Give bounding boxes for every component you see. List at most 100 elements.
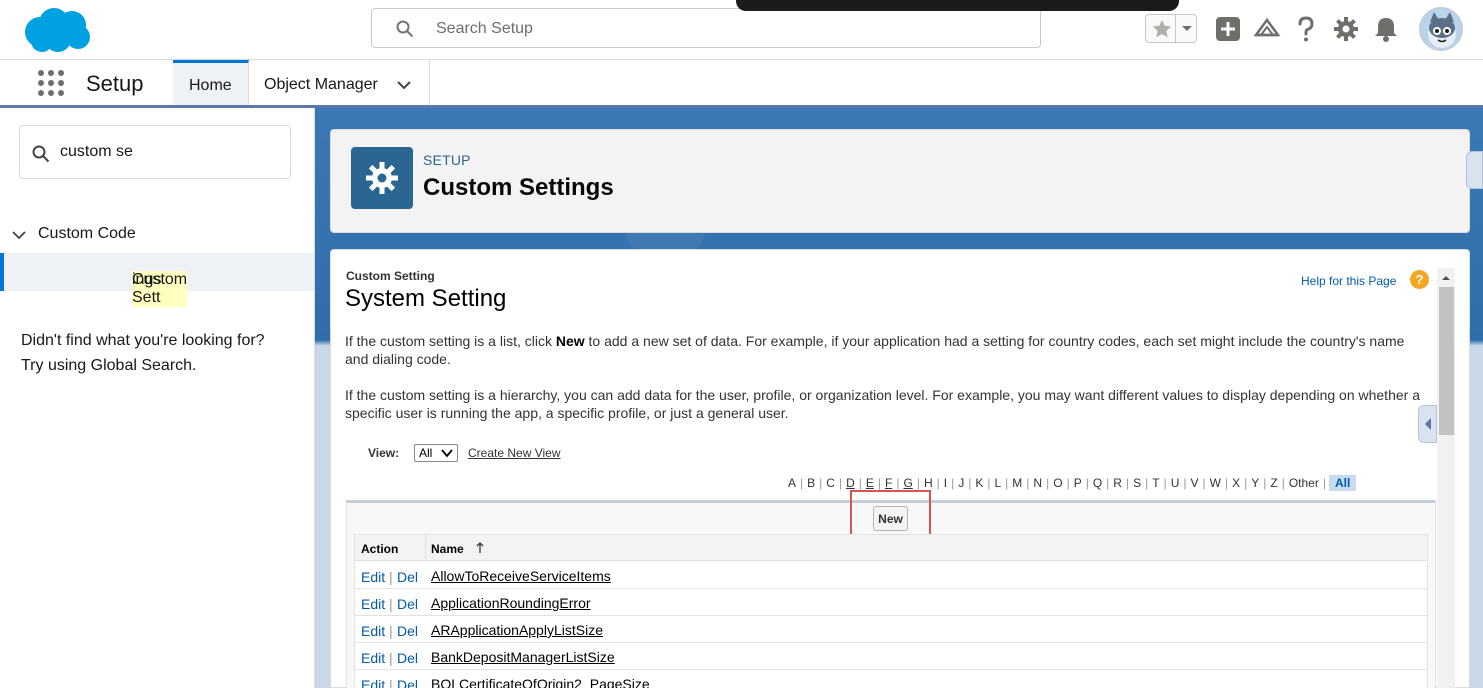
alpha-filter-r[interactable]: R xyxy=(1109,476,1126,490)
scrollbar-thumb[interactable] xyxy=(1439,287,1454,435)
user-avatar[interactable] xyxy=(1419,7,1463,51)
custom-setting-name-link[interactable]: AllowToReceiveServiceItems xyxy=(431,568,611,584)
table-header: Action Name xyxy=(354,534,1428,561)
tree-item-custom-code[interactable]: Custom Code xyxy=(0,222,314,248)
alpha-filter-e[interactable]: E xyxy=(862,476,878,490)
tree-item-label: Custom Code xyxy=(38,225,136,242)
global-search-hint: Try using Global Search. xyxy=(21,357,197,374)
app-launcher-icon[interactable] xyxy=(37,69,65,97)
alpha-filter-c[interactable]: C xyxy=(822,476,839,490)
edit-link[interactable]: Edit xyxy=(361,677,385,688)
side-panel-toggle[interactable] xyxy=(1466,151,1483,189)
section-title: System Setting xyxy=(345,285,507,312)
alpha-filter-n[interactable]: N xyxy=(1029,476,1046,490)
alpha-filter-a[interactable]: A xyxy=(784,476,800,490)
alpha-filter-z[interactable]: Z xyxy=(1266,476,1281,490)
delete-link[interactable]: Del xyxy=(397,677,418,688)
alpha-filter-all[interactable]: All xyxy=(1328,475,1357,491)
edit-link[interactable]: Edit xyxy=(361,623,385,639)
setup-search-input[interactable] xyxy=(436,17,1016,41)
edit-link[interactable]: Edit xyxy=(361,569,385,585)
description-paragraph: If the custom setting is a list, click N… xyxy=(345,332,1425,368)
alpha-filter-g[interactable]: G xyxy=(899,476,916,490)
chevron-down-icon xyxy=(441,449,453,458)
table-row: Edit | Del ApplicationRoundingError xyxy=(354,589,1428,616)
help-icon[interactable]: ? xyxy=(1410,270,1429,289)
custom-setting-name-link[interactable]: BOLCertificateOfOrigin2_PageSize xyxy=(431,676,650,688)
alpha-filter-k[interactable]: K xyxy=(971,476,987,490)
chevron-down-icon[interactable] xyxy=(395,76,413,94)
alpha-filter-l[interactable]: L xyxy=(990,476,1005,490)
alpha-filter-q[interactable]: Q xyxy=(1089,476,1106,490)
alpha-filter-y[interactable]: Y xyxy=(1247,476,1263,490)
view-select[interactable]: All xyxy=(414,444,458,462)
alpha-filter-other[interactable]: Other xyxy=(1285,476,1323,490)
tab-object-manager[interactable]: Object Manager xyxy=(249,60,430,105)
chevron-down-icon[interactable] xyxy=(11,227,27,243)
alpha-filter-v[interactable]: V xyxy=(1187,476,1203,490)
not-found-message: Didn't find what you're looking for? Try… xyxy=(21,328,301,378)
edit-link[interactable]: Edit xyxy=(361,650,385,666)
alpha-filter-w[interactable]: W xyxy=(1206,476,1225,490)
view-select-value: All xyxy=(419,446,433,460)
alpha-separator: | xyxy=(1322,476,1326,490)
help-icon[interactable] xyxy=(1292,15,1320,43)
global-actions-icon[interactable] xyxy=(1214,15,1242,43)
delete-link[interactable]: Del xyxy=(397,623,418,639)
alpha-filter-d[interactable]: D xyxy=(842,476,859,490)
action-separator: | xyxy=(389,569,393,585)
alpha-filter-j[interactable]: J xyxy=(954,476,968,490)
quick-find-input[interactable] xyxy=(60,141,280,163)
alpha-filter-p[interactable]: P xyxy=(1070,476,1086,490)
custom-setting-name-link[interactable]: ApplicationRoundingError xyxy=(431,595,591,611)
alpha-filter-i[interactable]: I xyxy=(940,476,951,490)
table-row: Edit | Del BOLCertificateOfOrigin2_PageSize xyxy=(354,670,1428,688)
setup-search-box[interactable] xyxy=(371,8,1041,48)
page-title: Custom Settings xyxy=(423,174,614,201)
description-paragraph: If the custom setting is a hierarchy, yo… xyxy=(345,387,1420,421)
trailhead-icon[interactable] xyxy=(1253,15,1281,43)
notifications-bell-icon[interactable] xyxy=(1372,15,1400,43)
alpha-filter-s[interactable]: S xyxy=(1129,476,1145,490)
custom-setting-name-link[interactable]: BankDepositManagerListSize xyxy=(431,649,615,665)
tab-home[interactable]: Home xyxy=(173,60,249,105)
chevron-left-icon xyxy=(1425,418,1431,430)
delete-link[interactable]: Del xyxy=(397,650,418,666)
favorites-list-icon[interactable] xyxy=(1179,20,1195,36)
salesforce-logo[interactable] xyxy=(20,5,94,55)
quick-find-box[interactable] xyxy=(19,125,291,179)
tab-home-label: Home xyxy=(189,77,232,94)
context-bar: Setup Home Object Manager xyxy=(0,60,1483,108)
table-row: Edit | Del BankDepositManagerListSize xyxy=(354,643,1428,670)
alpha-filter-b[interactable]: B xyxy=(803,476,819,490)
alpha-filter-x[interactable]: X xyxy=(1228,476,1244,490)
setup-gear-icon xyxy=(351,147,413,209)
create-new-view-link[interactable]: Create New View xyxy=(468,446,560,460)
alpha-filter-m[interactable]: M xyxy=(1008,476,1026,490)
tree-item-label-rest: ings xyxy=(132,271,162,288)
custom-setting-name-link[interactable]: ARApplicationApplyListSize xyxy=(431,622,603,638)
favorites-star-icon[interactable] xyxy=(1151,18,1173,40)
alpha-filter-f[interactable]: F xyxy=(881,476,896,490)
delete-link[interactable]: Del xyxy=(397,569,418,585)
section-label: Custom Setting xyxy=(346,269,435,283)
scroll-up-icon[interactable] xyxy=(1441,273,1451,283)
help-for-this-page-link[interactable]: Help for this Page xyxy=(1301,274,1396,288)
divider xyxy=(1175,15,1176,42)
alpha-filter-u[interactable]: U xyxy=(1167,476,1184,490)
setup-sidebar: Custom Code Custom Settings Didn't find … xyxy=(0,108,315,688)
delete-link[interactable]: Del xyxy=(397,596,418,612)
action-separator: | xyxy=(389,623,393,639)
tree-item-custom-settings[interactable]: Custom Sett ings xyxy=(0,253,314,307)
alpha-filter-h[interactable]: H xyxy=(920,476,937,490)
alpha-filter-o[interactable]: O xyxy=(1049,476,1066,490)
search-icon xyxy=(32,145,50,163)
divider xyxy=(425,535,426,560)
sort-ascending-icon[interactable] xyxy=(475,542,485,554)
alpha-filter-t[interactable]: T xyxy=(1148,476,1163,490)
edit-link[interactable]: Edit xyxy=(361,596,385,612)
table-row: Edit | Del AllowToReceiveServiceItems xyxy=(354,562,1428,589)
favorites-button-group xyxy=(1145,14,1197,43)
column-header-name[interactable]: Name xyxy=(431,542,464,556)
setup-gear-icon[interactable] xyxy=(1332,15,1360,43)
